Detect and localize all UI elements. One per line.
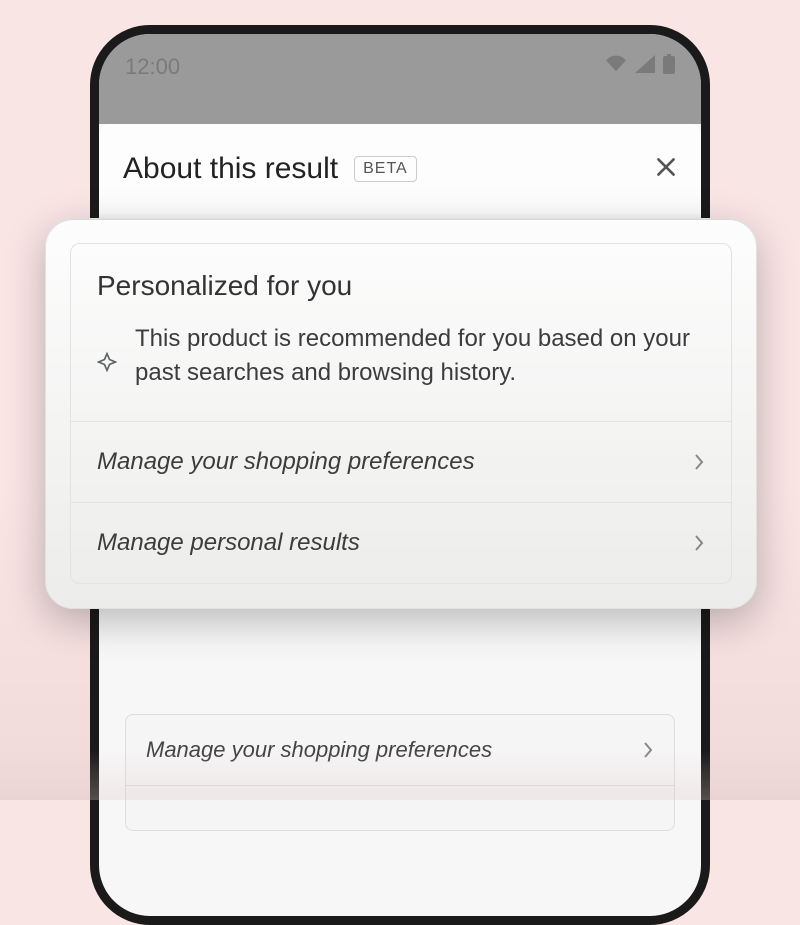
background-link-item[interactable] xyxy=(126,786,674,830)
status-icons xyxy=(605,54,675,74)
background-link-label: Manage your shopping preferences xyxy=(146,737,492,763)
panel-title: About this result xyxy=(123,152,338,186)
manage-shopping-preferences-link[interactable]: Manage your shopping preferences xyxy=(71,421,731,502)
sparkle-icon xyxy=(97,352,117,377)
beta-badge: BETA xyxy=(354,156,417,182)
close-button[interactable] xyxy=(653,154,679,185)
background-link-item[interactable]: Manage your shopping preferences xyxy=(126,715,674,786)
status-time: 12:00 xyxy=(125,54,180,80)
wifi-icon xyxy=(605,55,627,73)
status-bar: 12:00 xyxy=(99,34,701,124)
background-links-list: Manage your shopping preferences xyxy=(125,714,675,831)
chevron-right-icon xyxy=(642,741,654,759)
chevron-right-icon xyxy=(693,534,705,552)
card-top-section: Personalized for you This product is rec… xyxy=(71,244,731,421)
signal-icon xyxy=(635,55,655,73)
link-label: Manage your shopping preferences xyxy=(97,448,475,476)
personalization-popup-card: Personalized for you This product is rec… xyxy=(45,218,757,609)
chevron-right-icon xyxy=(693,453,705,471)
manage-personal-results-link[interactable]: Manage personal results xyxy=(71,502,731,583)
card-heading: Personalized for you xyxy=(97,270,705,302)
about-this-result-panel: About this result BETA xyxy=(99,124,701,214)
card-body: This product is recommended for you base… xyxy=(97,322,705,389)
card-description: This product is recommended for you base… xyxy=(135,322,705,389)
battery-icon xyxy=(663,54,675,74)
personalization-card: Personalized for you This product is rec… xyxy=(70,243,732,584)
panel-header: About this result BETA xyxy=(123,152,677,186)
close-icon xyxy=(653,154,679,180)
link-label: Manage personal results xyxy=(97,529,360,557)
